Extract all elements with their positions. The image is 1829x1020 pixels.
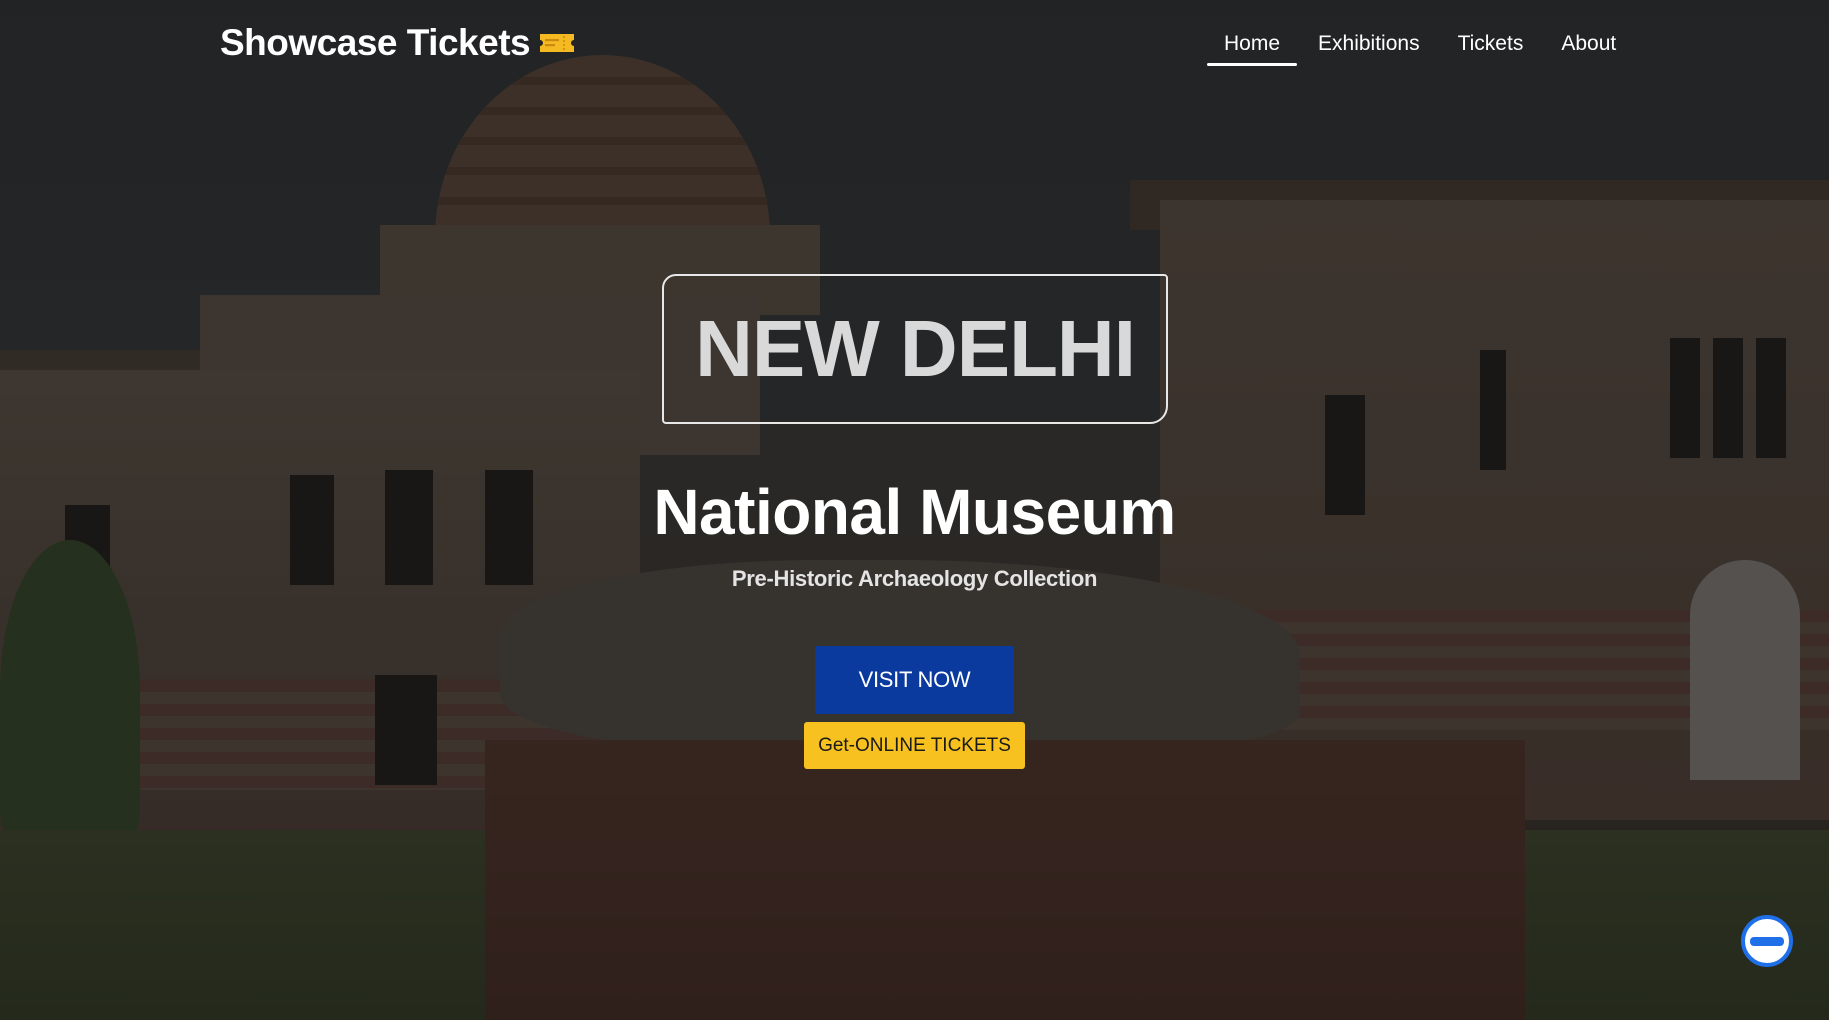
nav-home[interactable]: Home [1205, 30, 1299, 72]
chat-icon [1750, 936, 1784, 946]
city-badge: NEW DELHI [662, 274, 1168, 424]
nav-exhibitions[interactable]: Exhibitions [1299, 30, 1439, 72]
chat-widget-button[interactable] [1741, 915, 1793, 967]
museum-title: National Museum [653, 476, 1176, 548]
visit-now-button[interactable]: VISIT NOW [815, 646, 1014, 714]
brand-logo[interactable]: Showcase Tickets [220, 22, 576, 64]
city-title: NEW DELHI [695, 304, 1136, 393]
online-tickets-button[interactable]: Get-ONLINE TICKETS [804, 722, 1025, 769]
ticket-icon [538, 32, 576, 54]
brand-name: Showcase Tickets [220, 22, 531, 63]
collection-subtitle: Pre-Historic Archaeology Collection [731, 566, 1098, 591]
nav-tickets[interactable]: Tickets [1439, 30, 1543, 72]
main-nav: Home Exhibitions Tickets About [1205, 30, 1635, 72]
navbar: Showcase Tickets Home Exhibitions Ticket… [0, 0, 1829, 90]
nav-about[interactable]: About [1542, 30, 1635, 72]
